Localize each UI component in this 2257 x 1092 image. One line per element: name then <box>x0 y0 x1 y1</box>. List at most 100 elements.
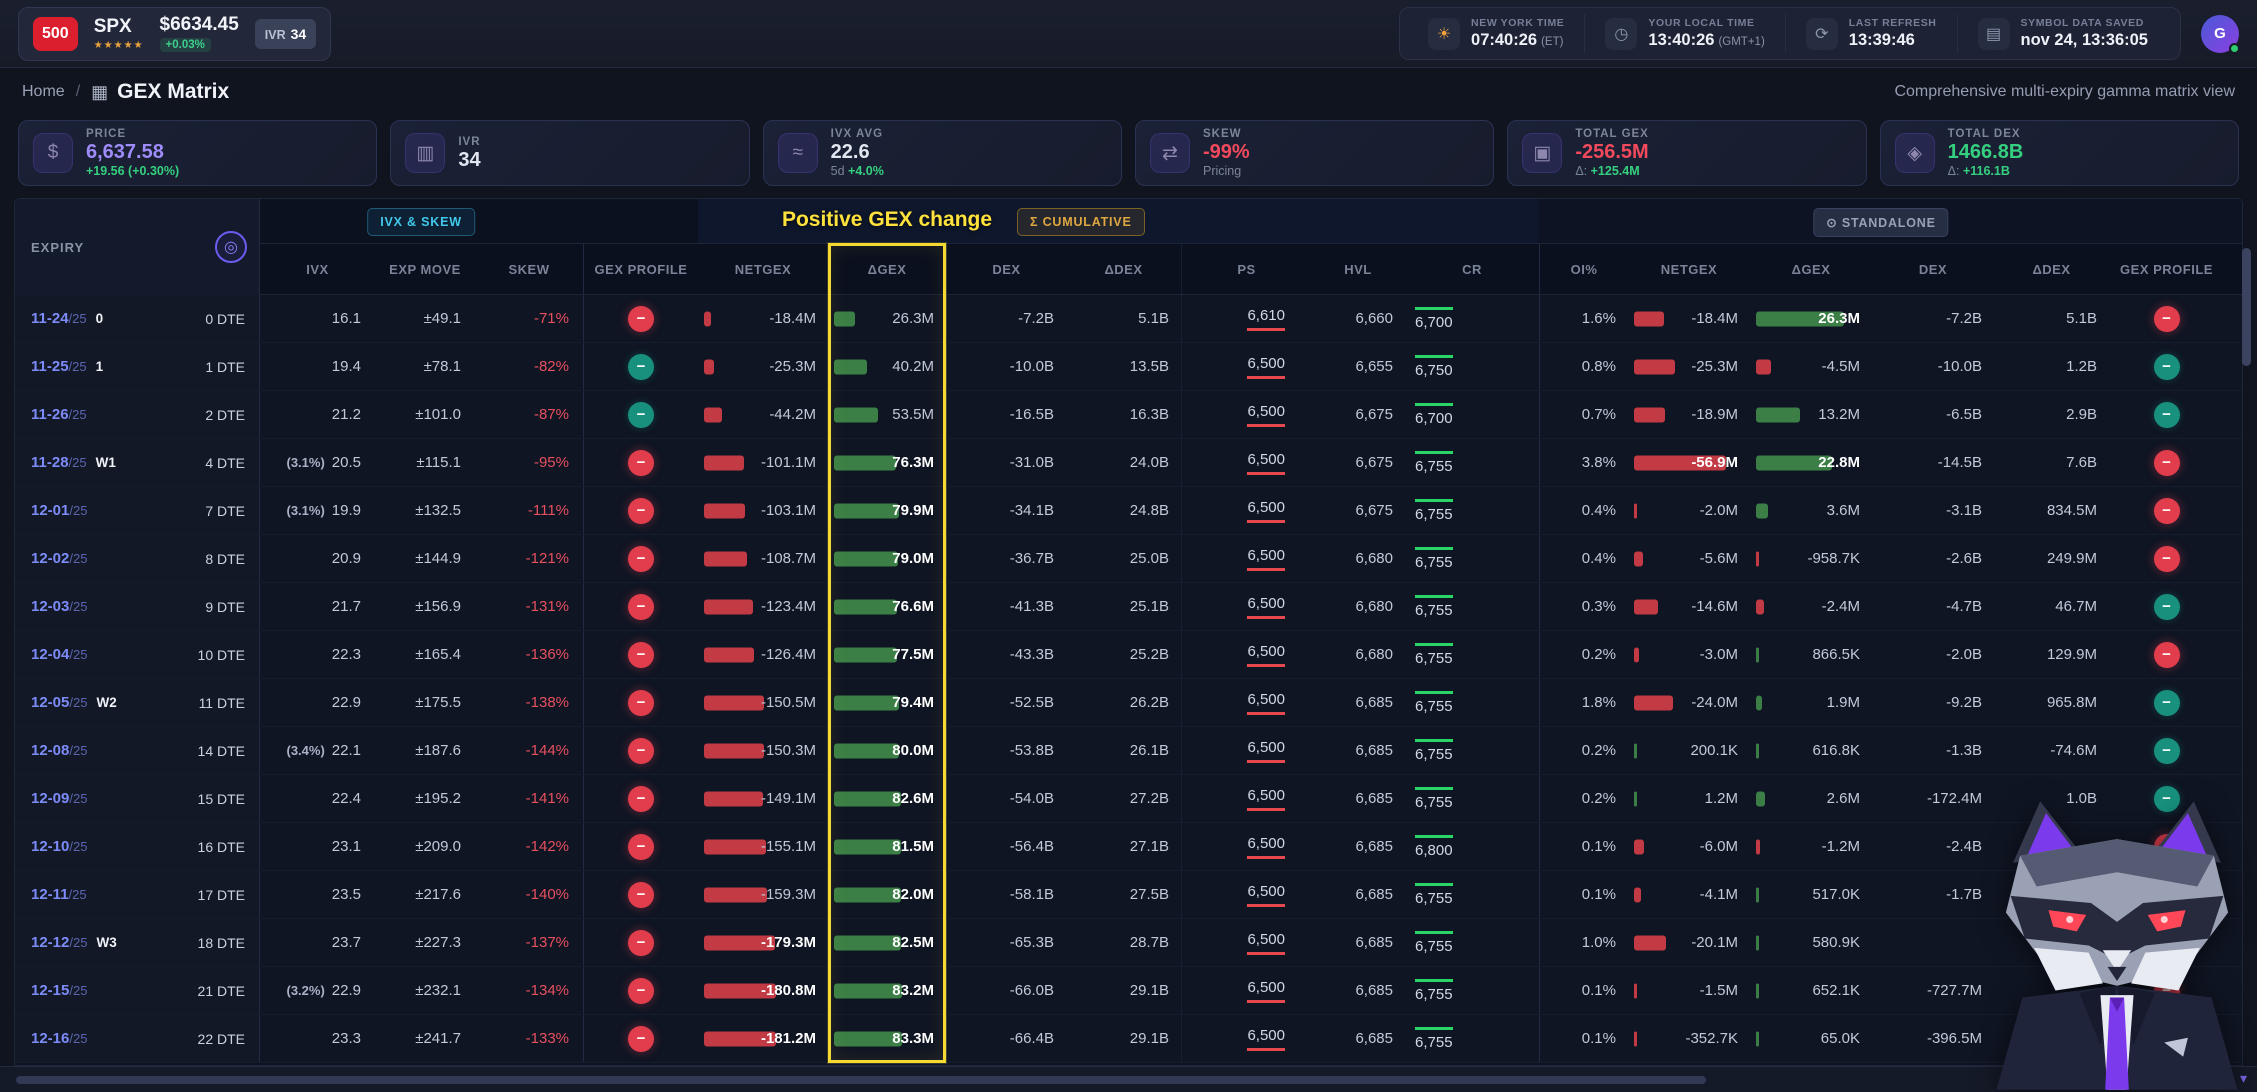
table-row[interactable]: 11-28/25W14 DTE (3.1%)20.5 ±115.1 -95% −… <box>15 439 2242 487</box>
column-header-dex[interactable]: DEX <box>946 244 1066 294</box>
table-row[interactable]: 11-25/2511 DTE 19.4 ±78.1 -82% − -25.3M … <box>15 343 2242 391</box>
table-row[interactable]: 11-26/252 DTE 21.2 ±101.0 -87% − -44.2M … <box>15 391 2242 439</box>
gex-profile-icon[interactable]: − <box>628 690 654 716</box>
vertical-scrollbar-thumb[interactable] <box>2242 248 2251 366</box>
expiry-date[interactable]: 11-24/25 <box>31 310 87 327</box>
user-avatar[interactable]: G <box>2201 15 2239 53</box>
gex-profile-icon[interactable]: − <box>628 354 654 380</box>
column-header-ddex[interactable]: ΔDEX <box>1066 244 1181 294</box>
gex-profile-icon[interactable]: − <box>628 786 654 812</box>
cumulative-badge[interactable]: Σ CUMULATIVE <box>1017 208 1145 236</box>
gex-profile-icon[interactable]: − <box>2154 690 2180 716</box>
column-header-netgex[interactable]: NETGEX <box>698 244 828 294</box>
gex-profile-icon[interactable]: − <box>2154 402 2180 428</box>
table-row[interactable]: 12-09/2515 DTE 22.4 ±195.2 -141% − -149.… <box>15 775 2242 823</box>
gex-profile-icon[interactable]: − <box>628 306 654 332</box>
gex-profile-icon[interactable]: − <box>2154 498 2180 524</box>
gex-profile-icon[interactable]: − <box>628 594 654 620</box>
standalone-badge[interactable]: ⊙ STANDALONE <box>1813 208 1948 237</box>
column-header-move[interactable]: EXP MOVE <box>375 244 475 294</box>
table-row[interactable]: 11-24/2500 DTE 16.1 ±49.1 -71% − -18.4M … <box>15 295 2242 343</box>
expiry-date[interactable]: 12-16/25 <box>31 1030 87 1047</box>
ps-value: 6,500 <box>1247 643 1285 667</box>
column-header-sdex[interactable]: DEX <box>1872 244 1994 294</box>
gex-profile-icon[interactable]: − <box>2154 354 2180 380</box>
column-header-snetgex[interactable]: NETGEX <box>1628 244 1750 294</box>
table-row[interactable]: 12-11/2517 DTE 23.5 ±217.6 -140% − -159.… <box>15 871 2242 919</box>
gex-profile-icon[interactable]: − <box>2154 738 2180 764</box>
gex-profile-icon[interactable]: − <box>628 546 654 572</box>
gex-profile-icon[interactable]: − <box>2154 546 2180 572</box>
expiry-date[interactable]: 12-05/25 <box>31 694 87 711</box>
table-row[interactable]: 12-10/2516 DTE 23.1 ±209.0 -142% − -155.… <box>15 823 2242 871</box>
cell-ddex: 25.2B <box>1066 631 1181 678</box>
expiry-date[interactable]: 12-01/25 <box>31 502 87 519</box>
cell-standalone-ddex: -74.6M <box>1994 727 2109 774</box>
symbol-summary[interactable]: 500 SPX ★★★★★ $6634.45 +0.03% IVR34 <box>18 7 331 61</box>
gex-profile-icon[interactable]: − <box>2154 642 2180 668</box>
cell-skew: -82% <box>475 343 583 390</box>
table-row[interactable]: 12-01/257 DTE (3.1%)19.9 ±132.5 -111% − … <box>15 487 2242 535</box>
expiry-date[interactable]: 12-08/25 <box>31 742 87 759</box>
cell-oi: 0.8% <box>1539 343 1628 390</box>
expiry-date[interactable]: 12-09/25 <box>31 790 87 807</box>
cell-ivx: 21.2 <box>260 391 375 438</box>
expiry-date[interactable]: 12-03/25 <box>31 598 87 615</box>
horizontal-scrollbar[interactable]: ▾ <box>0 1066 2257 1092</box>
gex-profile-icon[interactable]: − <box>2154 594 2180 620</box>
stat-card-price[interactable]: $ PRICE 6,637.58 +19.56 (+0.30%) <box>18 120 377 186</box>
gex-profile-icon[interactable]: − <box>628 498 654 524</box>
ivx-skew-badge[interactable]: IVX & SKEW <box>367 208 475 236</box>
stat-card-skew[interactable]: ⇄ SKEW -99% Pricing <box>1135 120 1494 186</box>
gex-profile-icon[interactable]: − <box>628 930 654 956</box>
gex-profile-icon[interactable]: − <box>628 402 654 428</box>
expiry-date[interactable]: 11-28/25 <box>31 454 87 471</box>
column-header-sprof[interactable]: GEX PROFILE <box>2109 244 2224 294</box>
column-header-ivx[interactable]: IVX <box>260 244 375 294</box>
expiry-date[interactable]: 12-04/25 <box>31 646 87 663</box>
table-row[interactable]: 12-15/2521 DTE (3.2%)22.9 ±232.1 -134% −… <box>15 967 2242 1015</box>
column-header-cr[interactable]: CR <box>1405 244 1539 294</box>
expiry-date[interactable]: 12-10/25 <box>31 838 87 855</box>
gex-profile-icon[interactable]: − <box>2154 450 2180 476</box>
column-header-sdgex[interactable]: ΔGEX <box>1750 244 1872 294</box>
gex-profile-icon[interactable]: − <box>628 834 654 860</box>
expiry-settings-button[interactable]: ◎ <box>215 231 247 263</box>
column-header-sddex[interactable]: ΔDEX <box>1994 244 2109 294</box>
table-row[interactable]: 12-04/2510 DTE 22.3 ±165.4 -136% − -126.… <box>15 631 2242 679</box>
table-row[interactable]: 12-16/2522 DTE 23.3 ±241.7 -133% − -181.… <box>15 1015 2242 1063</box>
gex-profile-icon[interactable]: − <box>628 978 654 1004</box>
column-header-ps[interactable]: PS <box>1181 244 1311 294</box>
gex-profile-icon[interactable]: − <box>628 450 654 476</box>
gex-profile-icon[interactable]: − <box>2154 306 2180 332</box>
breadcrumb-home-link[interactable]: Home <box>22 83 65 101</box>
expiry-date[interactable]: 12-12/25 <box>31 934 87 951</box>
stat-card-ivr[interactable]: ▥ IVR 34 <box>390 120 749 186</box>
table-row[interactable]: 12-03/259 DTE 21.7 ±156.9 -131% − -123.4… <box>15 583 2242 631</box>
expiry-date[interactable]: 12-15/25 <box>31 982 87 999</box>
gex-profile-icon[interactable]: − <box>628 642 654 668</box>
stat-card-ivx-avg[interactable]: ≈ IVX AVG 22.6 5d +4.0% <box>763 120 1122 186</box>
table-row[interactable]: 12-05/25W211 DTE 22.9 ±175.5 -138% − -15… <box>15 679 2242 727</box>
expiry-date[interactable]: 12-02/25 <box>31 550 87 567</box>
cell-dgex: 79.0M <box>828 535 946 582</box>
gex-profile-icon[interactable]: − <box>628 1026 654 1052</box>
expiry-date[interactable]: 11-26/25 <box>31 406 87 423</box>
column-header-dgex[interactable]: ΔGEX <box>828 244 946 294</box>
cell-netgex: -123.4M <box>698 583 828 630</box>
gex-profile-icon[interactable]: − <box>628 738 654 764</box>
table-row[interactable]: 12-12/25W318 DTE 23.7 ±227.3 -137% − -17… <box>15 919 2242 967</box>
gex-profile-icon[interactable]: − <box>628 882 654 908</box>
column-header-oi[interactable]: OI% <box>1539 244 1628 294</box>
column-header-skew[interactable]: SKEW <box>475 244 583 294</box>
stat-card-total-gex[interactable]: ▣ TOTAL GEX -256.5M Δ: +125.4M <box>1507 120 1866 186</box>
table-row[interactable]: 12-02/258 DTE 20.9 ±144.9 -121% − -108.7… <box>15 535 2242 583</box>
expiry-date[interactable]: 11-25/25 <box>31 358 87 375</box>
horizontal-scrollbar-thumb[interactable] <box>16 1076 1706 1084</box>
column-header-prof[interactable]: GEX PROFILE <box>583 244 698 294</box>
stat-card-total-dex[interactable]: ◈ TOTAL DEX 1466.8B Δ: +116.1B <box>1880 120 2239 186</box>
column-header-hvl[interactable]: HVL <box>1311 244 1405 294</box>
table-row[interactable]: 12-08/2514 DTE (3.4%)22.1 ±187.6 -144% −… <box>15 727 2242 775</box>
netgex-bar <box>704 695 764 710</box>
expiry-date[interactable]: 12-11/25 <box>31 886 87 903</box>
